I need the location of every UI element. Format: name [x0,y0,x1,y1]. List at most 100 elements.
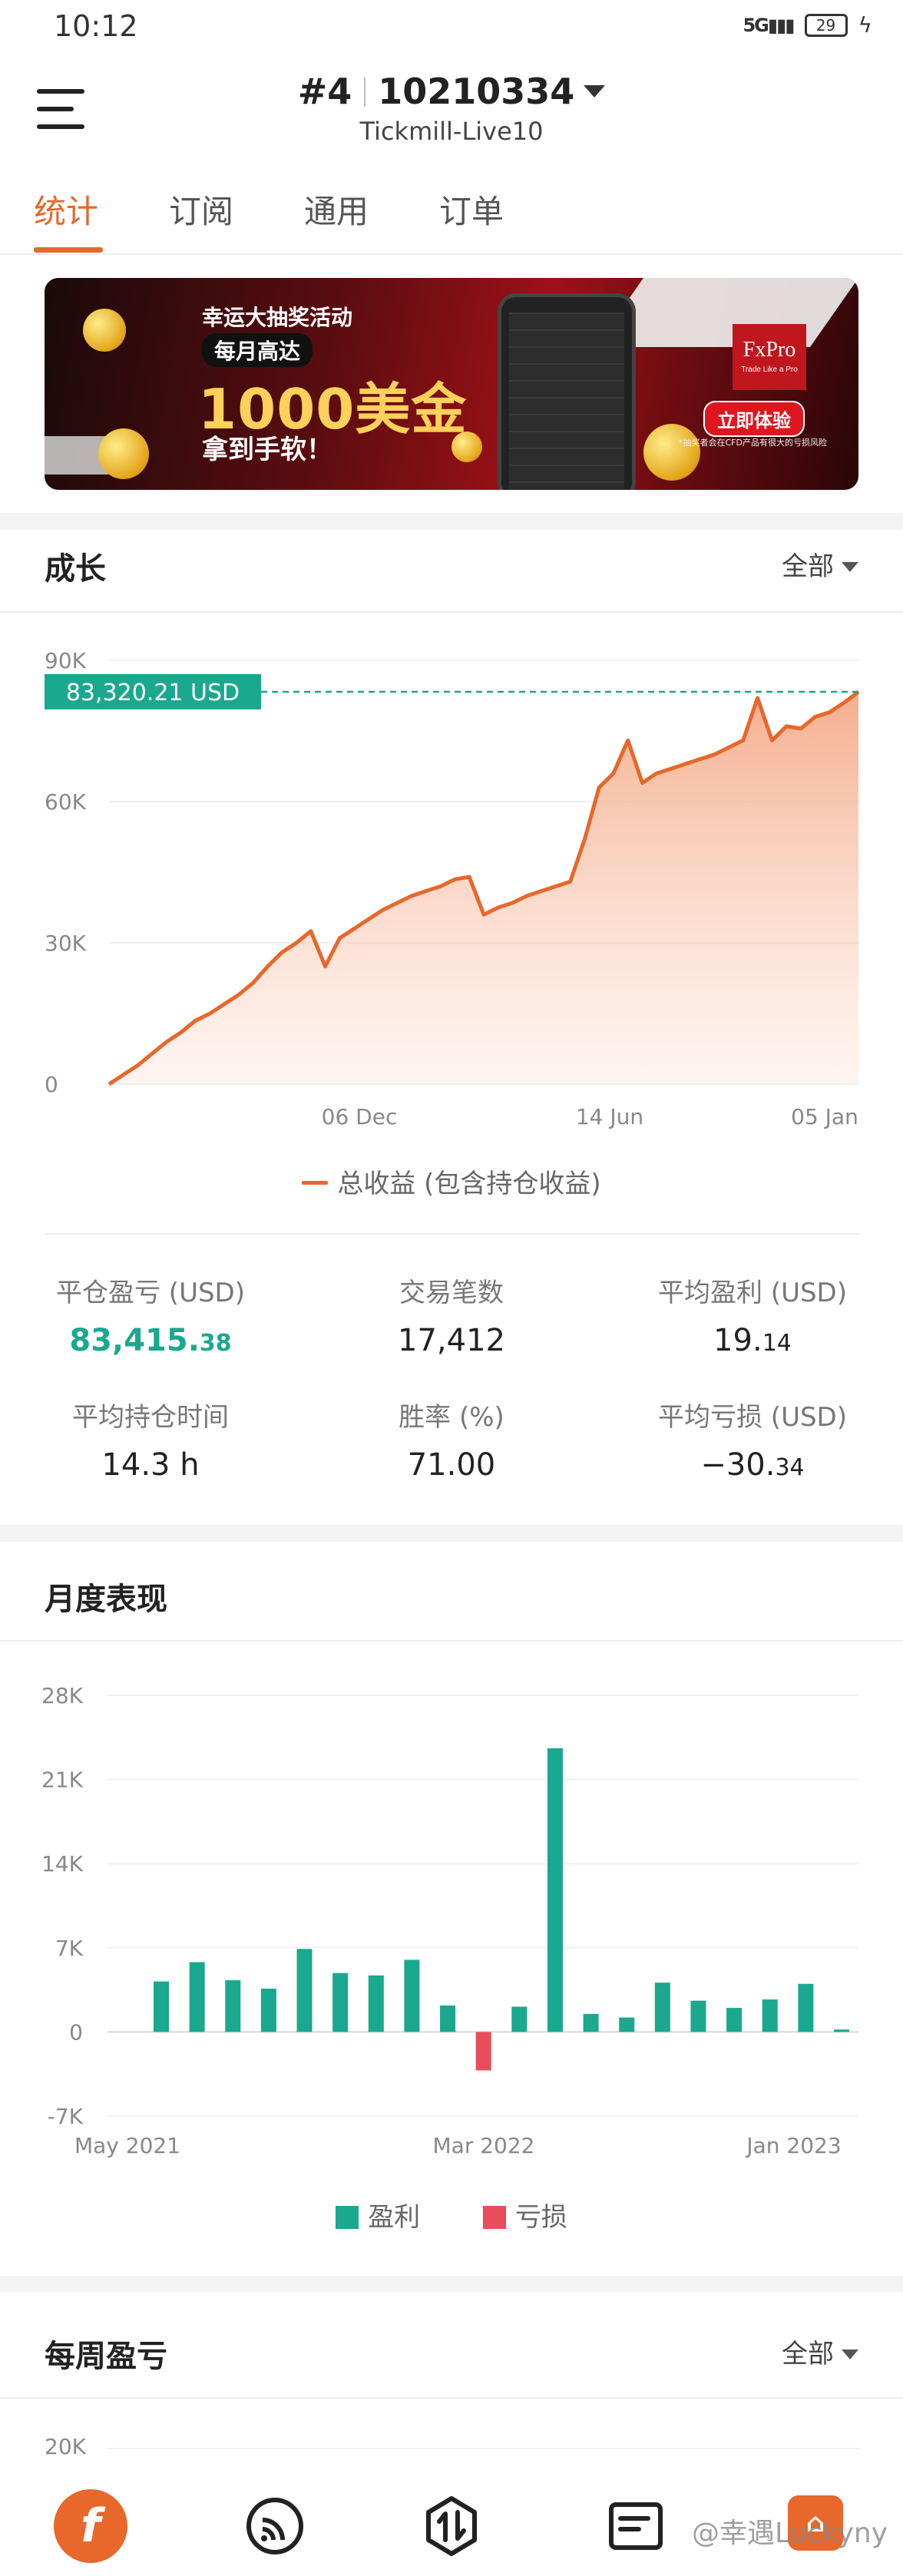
monthly-title: 月度表现 [45,1582,167,1617]
x-tick-label: 14 Jun [576,1104,643,1129]
monthly-bar[interactable] [619,2017,635,2032]
stat-value: −30.34 [700,1447,805,1483]
gridline [108,2448,860,2449]
banner-fine-print: *抽奖者会在CFD产品有很大的亏损风险 [679,438,827,448]
x-tick-label: Mar 2022 [433,2133,535,2158]
growth-title: 成长 [45,551,106,587]
banner-pill: 每月高达 [202,333,313,367]
coin-icon [98,428,149,479]
stat-label: 平仓盈亏 (USD) [56,1278,245,1308]
tab-subscribe[interactable]: 订阅 [169,186,233,233]
orders-icon[interactable] [599,2489,673,2563]
y-tick-label: 28K [41,1683,84,1708]
status-time: 10:12 [54,9,138,43]
screen: 10:12 5G▮▮▮ 29 ϟ #4 10210334 Tickmill-Liv… [0,0,903,2576]
monthly-bar[interactable] [189,1962,205,2032]
monthly-bar[interactable] [690,2000,706,2032]
section-divider [0,1525,903,1542]
legend-loss-label: 亏损 [514,2202,567,2233]
monthly-bar[interactable] [332,1973,349,2032]
y-tick-label: 14K [41,1851,84,1877]
banner-cta-button[interactable]: 立即体验 [703,401,805,437]
separator [0,611,903,613]
tab-stats[interactable]: 统计 [34,186,98,233]
tab-orders[interactable]: 订单 [439,186,504,233]
monthly-bar[interactable] [726,2008,743,2032]
separator [0,1640,903,1642]
stat-label: 平均持仓时间 [72,1402,229,1433]
y-tick-label: 0 [45,1072,58,1097]
chevron-down-icon [842,562,858,572]
monthly-bar[interactable] [154,1981,169,2032]
monthly-bar[interactable] [260,1989,276,2032]
banner-subtitle: 拿到手软！ [202,435,332,465]
tab-active-indicator [34,247,103,253]
stat-value: 19.14 [713,1323,792,1358]
monthly-bar[interactable] [547,1748,563,2032]
legend-profit-label: 盈利 [368,2202,421,2233]
status-icons: 5G▮▮▮ 29 ϟ [743,12,872,38]
legend-loss-swatch [482,2206,506,2229]
monthly-bar[interactable] [368,1975,384,2032]
stat-value: 14.3 h [101,1447,200,1483]
watermark: @幸遇Luckyny [691,2518,888,2549]
weekly-y-tick: 20K [45,2434,86,2459]
monthly-bar[interactable] [225,1980,241,2032]
monthly-bar[interactable] [834,2029,849,2032]
separator [45,1233,858,1235]
coin-icon [643,424,700,481]
stat-item: 平均盈利 (USD) 19.14 [602,1271,903,1358]
banner-title: 幸运大抽奖活动 [202,305,353,330]
monthly-chart: 28K 21K 14K 7K 0 -7K May 2021 Mar 2022 Jan 2023 [41,1683,858,2158]
stat-label: 交易笔数 [399,1278,504,1308]
tab-general[interactable]: 通用 [304,186,369,233]
stat-value: 83,415.38 [69,1323,232,1358]
account-prefix: #4 [297,71,352,112]
tab-bar: 统计 订阅 通用 订单 [0,170,903,255]
y-tick-label: 90K [45,648,87,673]
monthly-bar[interactable] [511,2006,528,2032]
promo-banner[interactable]: 幸运大抽奖活动 每月高达 1000美金 拿到手软！ FxPro Trade Lik… [45,278,858,490]
battery-icon: 29 [804,13,848,37]
monthly-bar[interactable] [296,1949,313,2032]
y-tick-label: 21K [41,1767,84,1793]
growth-chart: 0 30K 60K 90K 06 Dec 14 Jun 05 Jan 83,320.21 … [45,648,860,1129]
section-divider [0,513,903,530]
charging-icon: ϟ [858,12,872,38]
chevron-down-icon [584,85,606,98]
monthly-bar[interactable] [654,1982,670,2032]
y-tick-label: -7K [48,2104,84,2129]
stat-label: 胜率 (%) [399,1402,504,1433]
monthly-legend: 盈利 亏损 [0,2196,903,2234]
stat-item: 平仓盈亏 (USD) 83,415.38 [0,1271,301,1358]
y-tick-label: 30K [45,931,87,956]
coin-icon [83,309,126,352]
app-header: #4 10210334 Tickmill-Live10 [0,55,903,170]
monthly-bar[interactable] [798,1983,814,2032]
section-divider [0,2276,903,2293]
growth-area [109,692,858,1084]
weekly-filter[interactable]: 全部 [782,2333,858,2370]
monthly-bar[interactable] [404,1959,420,2032]
x-tick-label: May 2021 [74,2133,180,2158]
account-number: 10210334 [378,71,575,112]
monthly-bar[interactable] [440,2005,456,2032]
stat-label: 平均亏损 (USD) [658,1402,847,1433]
x-tick-label: Jan 2023 [745,2133,841,2158]
monthly-bar[interactable] [475,2032,491,2071]
monthly-bar[interactable] [583,2013,599,2032]
home-nav-button[interactable]: f [54,2489,127,2563]
stat-item: 平均亏损 (USD) −30.34 [602,1396,903,1483]
growth-filter[interactable]: 全部 [782,545,858,583]
growth-legend-label: 总收益 (包含持仓收益) [337,1169,601,1199]
feed-icon[interactable] [238,2489,312,2563]
trade-icon[interactable] [415,2489,488,2563]
monthly-bar[interactable] [762,1999,778,2032]
signal-icon: 5G▮▮▮ [743,14,795,36]
y-tick-label: 60K [45,789,87,815]
y-tick-label: 7K [55,1936,84,1961]
legend-profit-swatch [336,2206,359,2229]
status-bar: 10:12 5G▮▮▮ 29 ϟ [0,0,903,55]
stat-value: 17,412 [398,1323,505,1358]
account-selector[interactable]: #4 10210334 Tickmill-Live10 [0,71,903,146]
